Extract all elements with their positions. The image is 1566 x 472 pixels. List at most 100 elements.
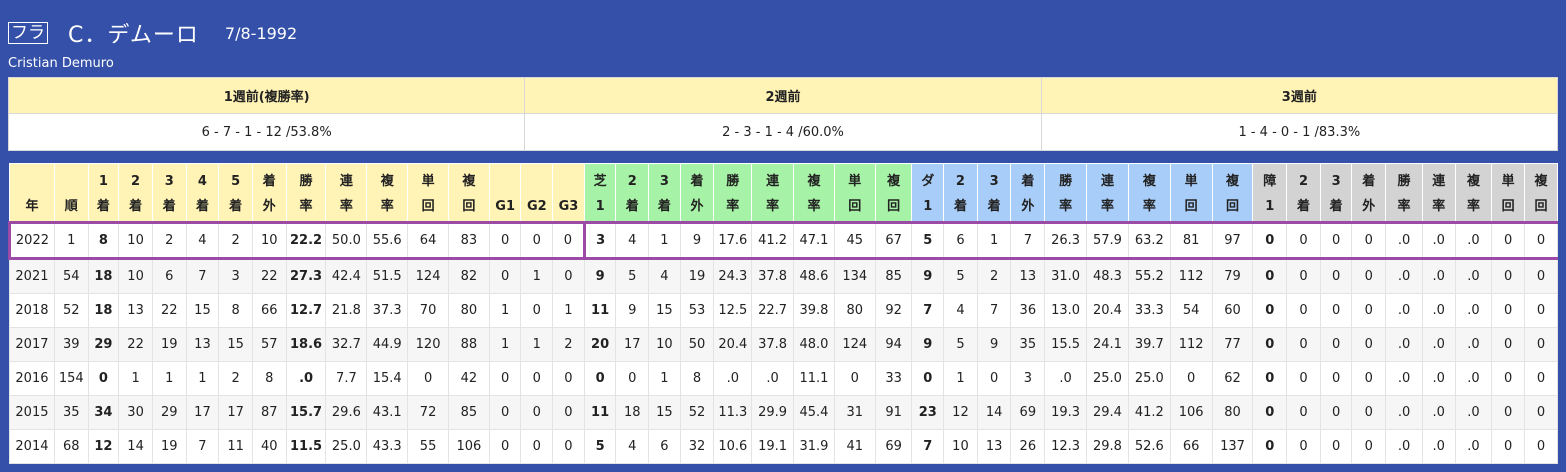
stat-cell: 0 — [1351, 361, 1387, 396]
stat-cell: 69 — [1010, 395, 1046, 430]
jockey-name: C．デムーロ — [68, 23, 199, 48]
stat-cell: 2 — [976, 258, 1012, 294]
stat-cell: 12.5 — [713, 293, 753, 328]
col-header-24: 複回 — [874, 163, 913, 223]
stat-cell: 15 — [218, 327, 253, 362]
col-header-line2: 回 — [1501, 199, 1515, 214]
col-header-line1: 3 — [989, 174, 999, 189]
col-header-line2: 率 — [1466, 199, 1480, 214]
col-header-line2: 着 — [162, 199, 176, 214]
stat-cell: 13 — [185, 327, 220, 362]
year-cell: 2017 — [9, 327, 55, 362]
stat-cell: 10 — [118, 221, 153, 260]
col-header-line2: 着 — [1329, 199, 1343, 214]
stat-cell: 12.3 — [1044, 429, 1088, 464]
stat-cell: 3 — [1010, 361, 1046, 396]
stat-cell: 106 — [448, 429, 490, 464]
stat-cell: 15.4 — [366, 361, 409, 396]
stat-cell: 8 — [218, 293, 253, 328]
recent-value-2w: 2 - 3 - 1 - 4 /60.0% — [524, 113, 1042, 151]
stat-cell: 31 — [833, 395, 876, 430]
stat-cell: 26 — [1010, 429, 1046, 464]
col-header-8: 勝率 — [285, 163, 327, 223]
stat-cell: 29.6 — [325, 395, 368, 430]
stat-cell: .0 — [1454, 258, 1493, 294]
stat-cell: 0 — [1351, 293, 1387, 328]
col-header-3: 2着 — [118, 163, 153, 223]
stat-cell: 0 — [1524, 429, 1558, 464]
stat-cell: 0 — [1286, 327, 1321, 362]
stat-cell: .0 — [1454, 361, 1493, 396]
stat-cell: 10.6 — [713, 429, 753, 464]
table-row: 2021 54 18 10 6 7 3 22 27.3 42.4 51.5 124 82 0 1 0 9 5 4 19… — [9, 258, 1558, 294]
stat-cell: 39 — [53, 327, 89, 362]
stat-cell: 80 — [448, 293, 490, 328]
jockey-english-name: Cristian Demuro — [8, 56, 114, 71]
col-header-line2: G1 — [495, 199, 516, 214]
col-header-line2: 率 — [299, 199, 313, 214]
recent-header-1w: 1週前(複勝率) — [7, 77, 526, 114]
stat-cell: 12 — [943, 395, 978, 430]
stat-cell: 64 — [407, 221, 449, 260]
stat-cell: 0 — [520, 293, 554, 328]
stat-cell: 45 — [833, 221, 876, 260]
stat-cell: 29 — [87, 327, 120, 362]
col-header-line1: 単 — [1184, 174, 1198, 189]
stat-cell: 54 — [53, 258, 89, 294]
stat-cell: 80 — [833, 293, 876, 328]
col-header-21: 連率 — [751, 163, 795, 223]
stat-cell: .0 — [1454, 293, 1493, 328]
col-header-0: 年 — [9, 163, 55, 223]
stat-cell: 27.3 — [285, 258, 327, 294]
stat-cell: 13 — [976, 429, 1012, 464]
stat-cell: 45.4 — [793, 395, 835, 430]
col-header-16: 芝1 — [583, 163, 617, 223]
stat-cell: 0 — [488, 361, 522, 396]
stat-cell: 11.3 — [713, 395, 753, 430]
stat-cell: 39.8 — [793, 293, 835, 328]
stat-cell: 9 — [615, 293, 650, 328]
stat-cell: 82 — [448, 258, 490, 294]
stat-cell: 0 — [1524, 258, 1558, 294]
stat-cell: 17 — [218, 395, 253, 430]
stat-cell: 22 — [251, 258, 287, 294]
stat-cell: 3 — [218, 258, 253, 294]
stat-cell: 87 — [251, 395, 287, 430]
col-header-line2: 回 — [887, 199, 901, 214]
stat-cell: 17.6 — [713, 221, 753, 260]
stat-cell: 50 — [679, 327, 715, 362]
col-header-line1: 2 — [1298, 174, 1308, 189]
stat-cell: 0 — [1286, 361, 1321, 396]
year-cell: 2015 — [9, 395, 55, 430]
stat-cell: 0 — [488, 395, 522, 430]
stat-cell: 66 — [251, 293, 287, 328]
stat-cell: 17 — [615, 327, 650, 362]
stat-cell: 41.2 — [751, 221, 795, 260]
stat-cell: 52 — [53, 293, 89, 328]
stat-cell: 13.0 — [1044, 293, 1088, 328]
stat-cell: 4 — [185, 221, 220, 260]
stat-cell: 0 — [1286, 293, 1321, 328]
col-header-line1: 障 — [1263, 174, 1277, 189]
stat-cell: 70 — [407, 293, 449, 328]
stat-cell: 0 — [1524, 221, 1558, 260]
stat-cell: 15.5 — [1044, 327, 1088, 362]
stat-cell: 18.6 — [285, 327, 327, 362]
stat-cell: .0 — [1421, 258, 1456, 294]
stat-cell: 25.0 — [1086, 361, 1129, 396]
stat-cell: 0 — [1351, 258, 1387, 294]
stat-cell: .0 — [1421, 293, 1456, 328]
stat-cell: 43.1 — [366, 395, 409, 430]
stat-cell: 0 — [615, 361, 650, 396]
stat-cell: 2 — [218, 221, 253, 260]
stat-cell: .0 — [1385, 258, 1423, 294]
stat-cell: 0 — [1252, 429, 1288, 464]
col-header-line2: 率 — [1142, 199, 1156, 214]
stat-cell: 0 — [833, 361, 876, 396]
col-header-13: G1 — [488, 163, 522, 223]
col-header-line2: 回 — [1184, 199, 1198, 214]
stat-cell: 0 — [1491, 429, 1525, 464]
stat-cell: .0 — [1385, 429, 1423, 464]
stat-cell: 20.4 — [713, 327, 753, 362]
col-header-20: 勝率 — [713, 163, 753, 223]
